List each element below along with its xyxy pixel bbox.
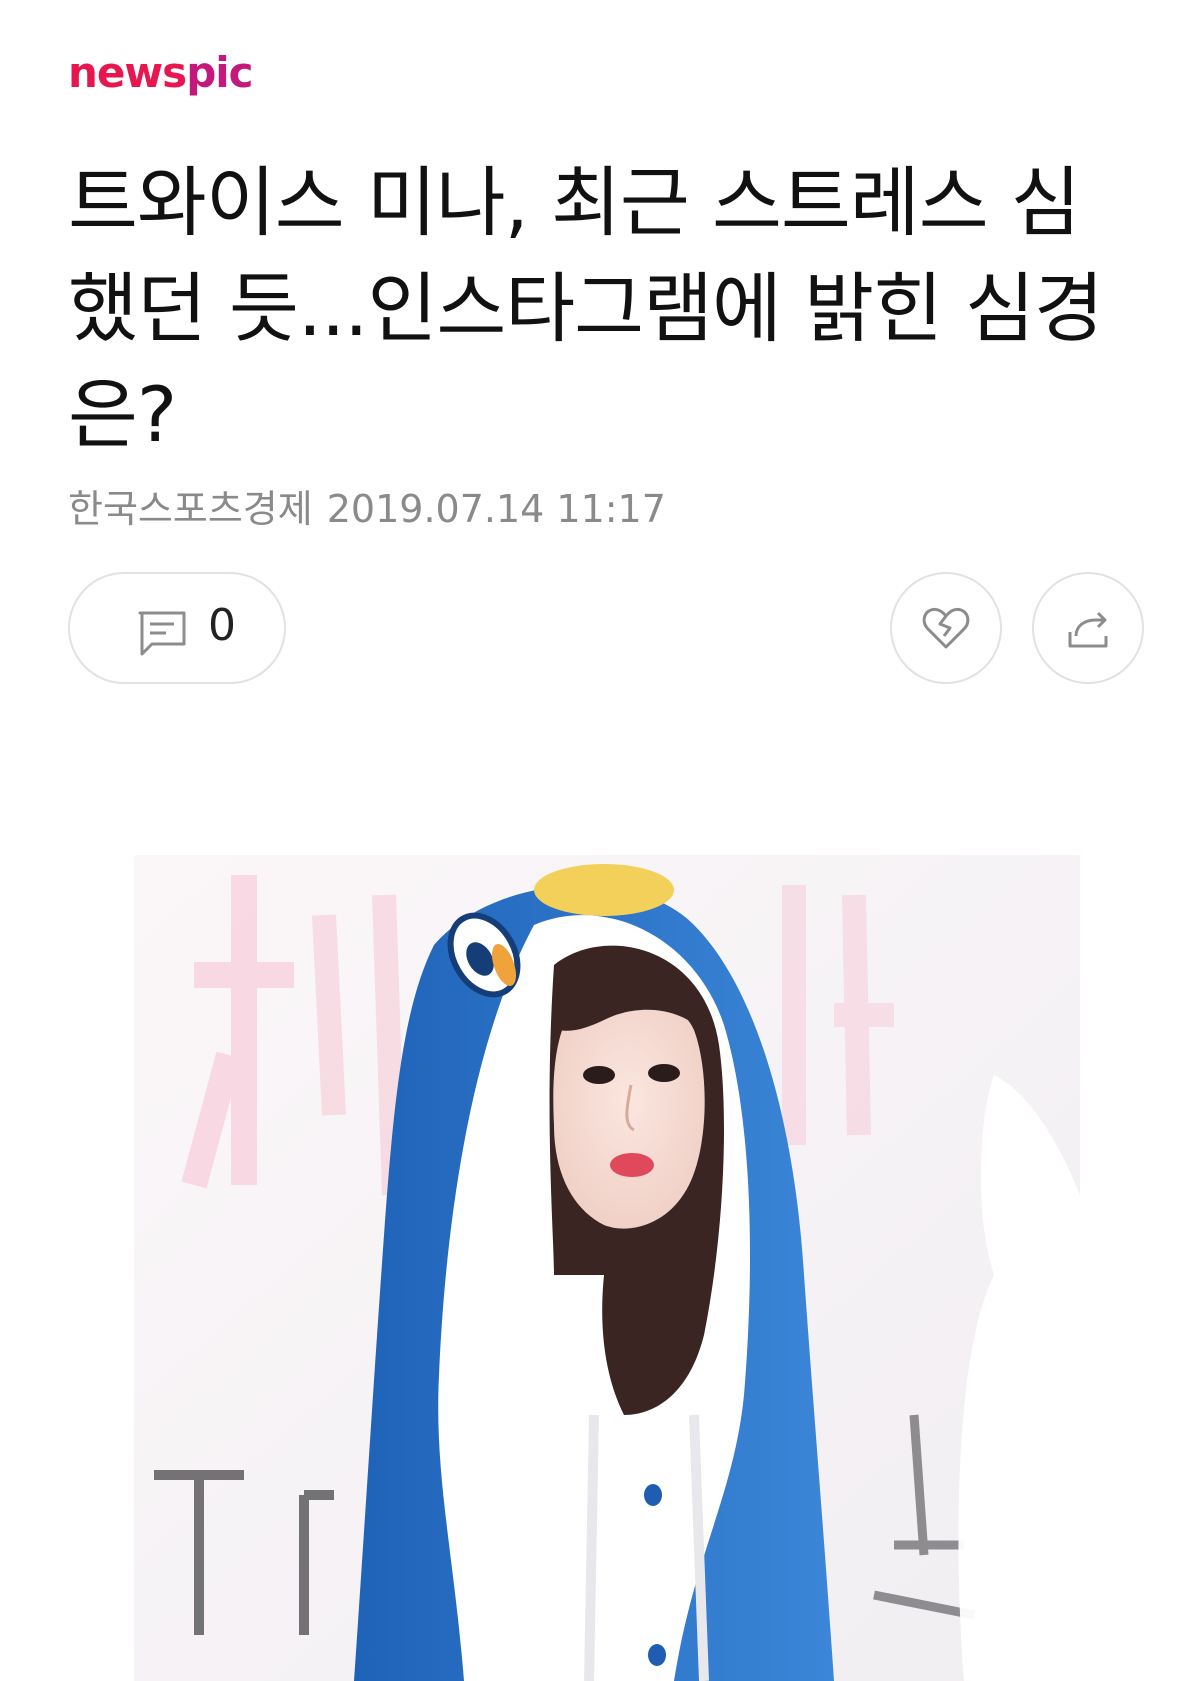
article-headline: 트와이스 미나, 최근 스트레스 심했던 듯...인스타그램에 밝힌 심경은? [68, 158, 1104, 459]
article-meta: 한국스포츠경제 2019.07.14 11:17 [68, 478, 666, 533]
comment-button[interactable]: 0 [68, 572, 286, 684]
share-button[interactable] [1032, 572, 1144, 684]
comment-count: 0 [208, 600, 236, 651]
article-page: newspic 트와이스 미나, 최근 스트레스 심했던 듯...인스타그램에 … [0, 0, 1200, 1681]
comment-icon [138, 611, 186, 656]
share-icon [1068, 611, 1108, 648]
heart-icon [922, 607, 970, 649]
article-datetime: 2019.07.14 11:17 [326, 487, 666, 531]
photo-illustration [134, 855, 1080, 1681]
logo-news: news [68, 48, 187, 97]
newspic-logo[interactable]: newspic [68, 52, 254, 94]
article-photo [134, 855, 1080, 1681]
like-button[interactable] [890, 572, 1002, 684]
article-source: 한국스포츠경제 [68, 487, 313, 531]
logo-pic: pic [186, 48, 253, 97]
